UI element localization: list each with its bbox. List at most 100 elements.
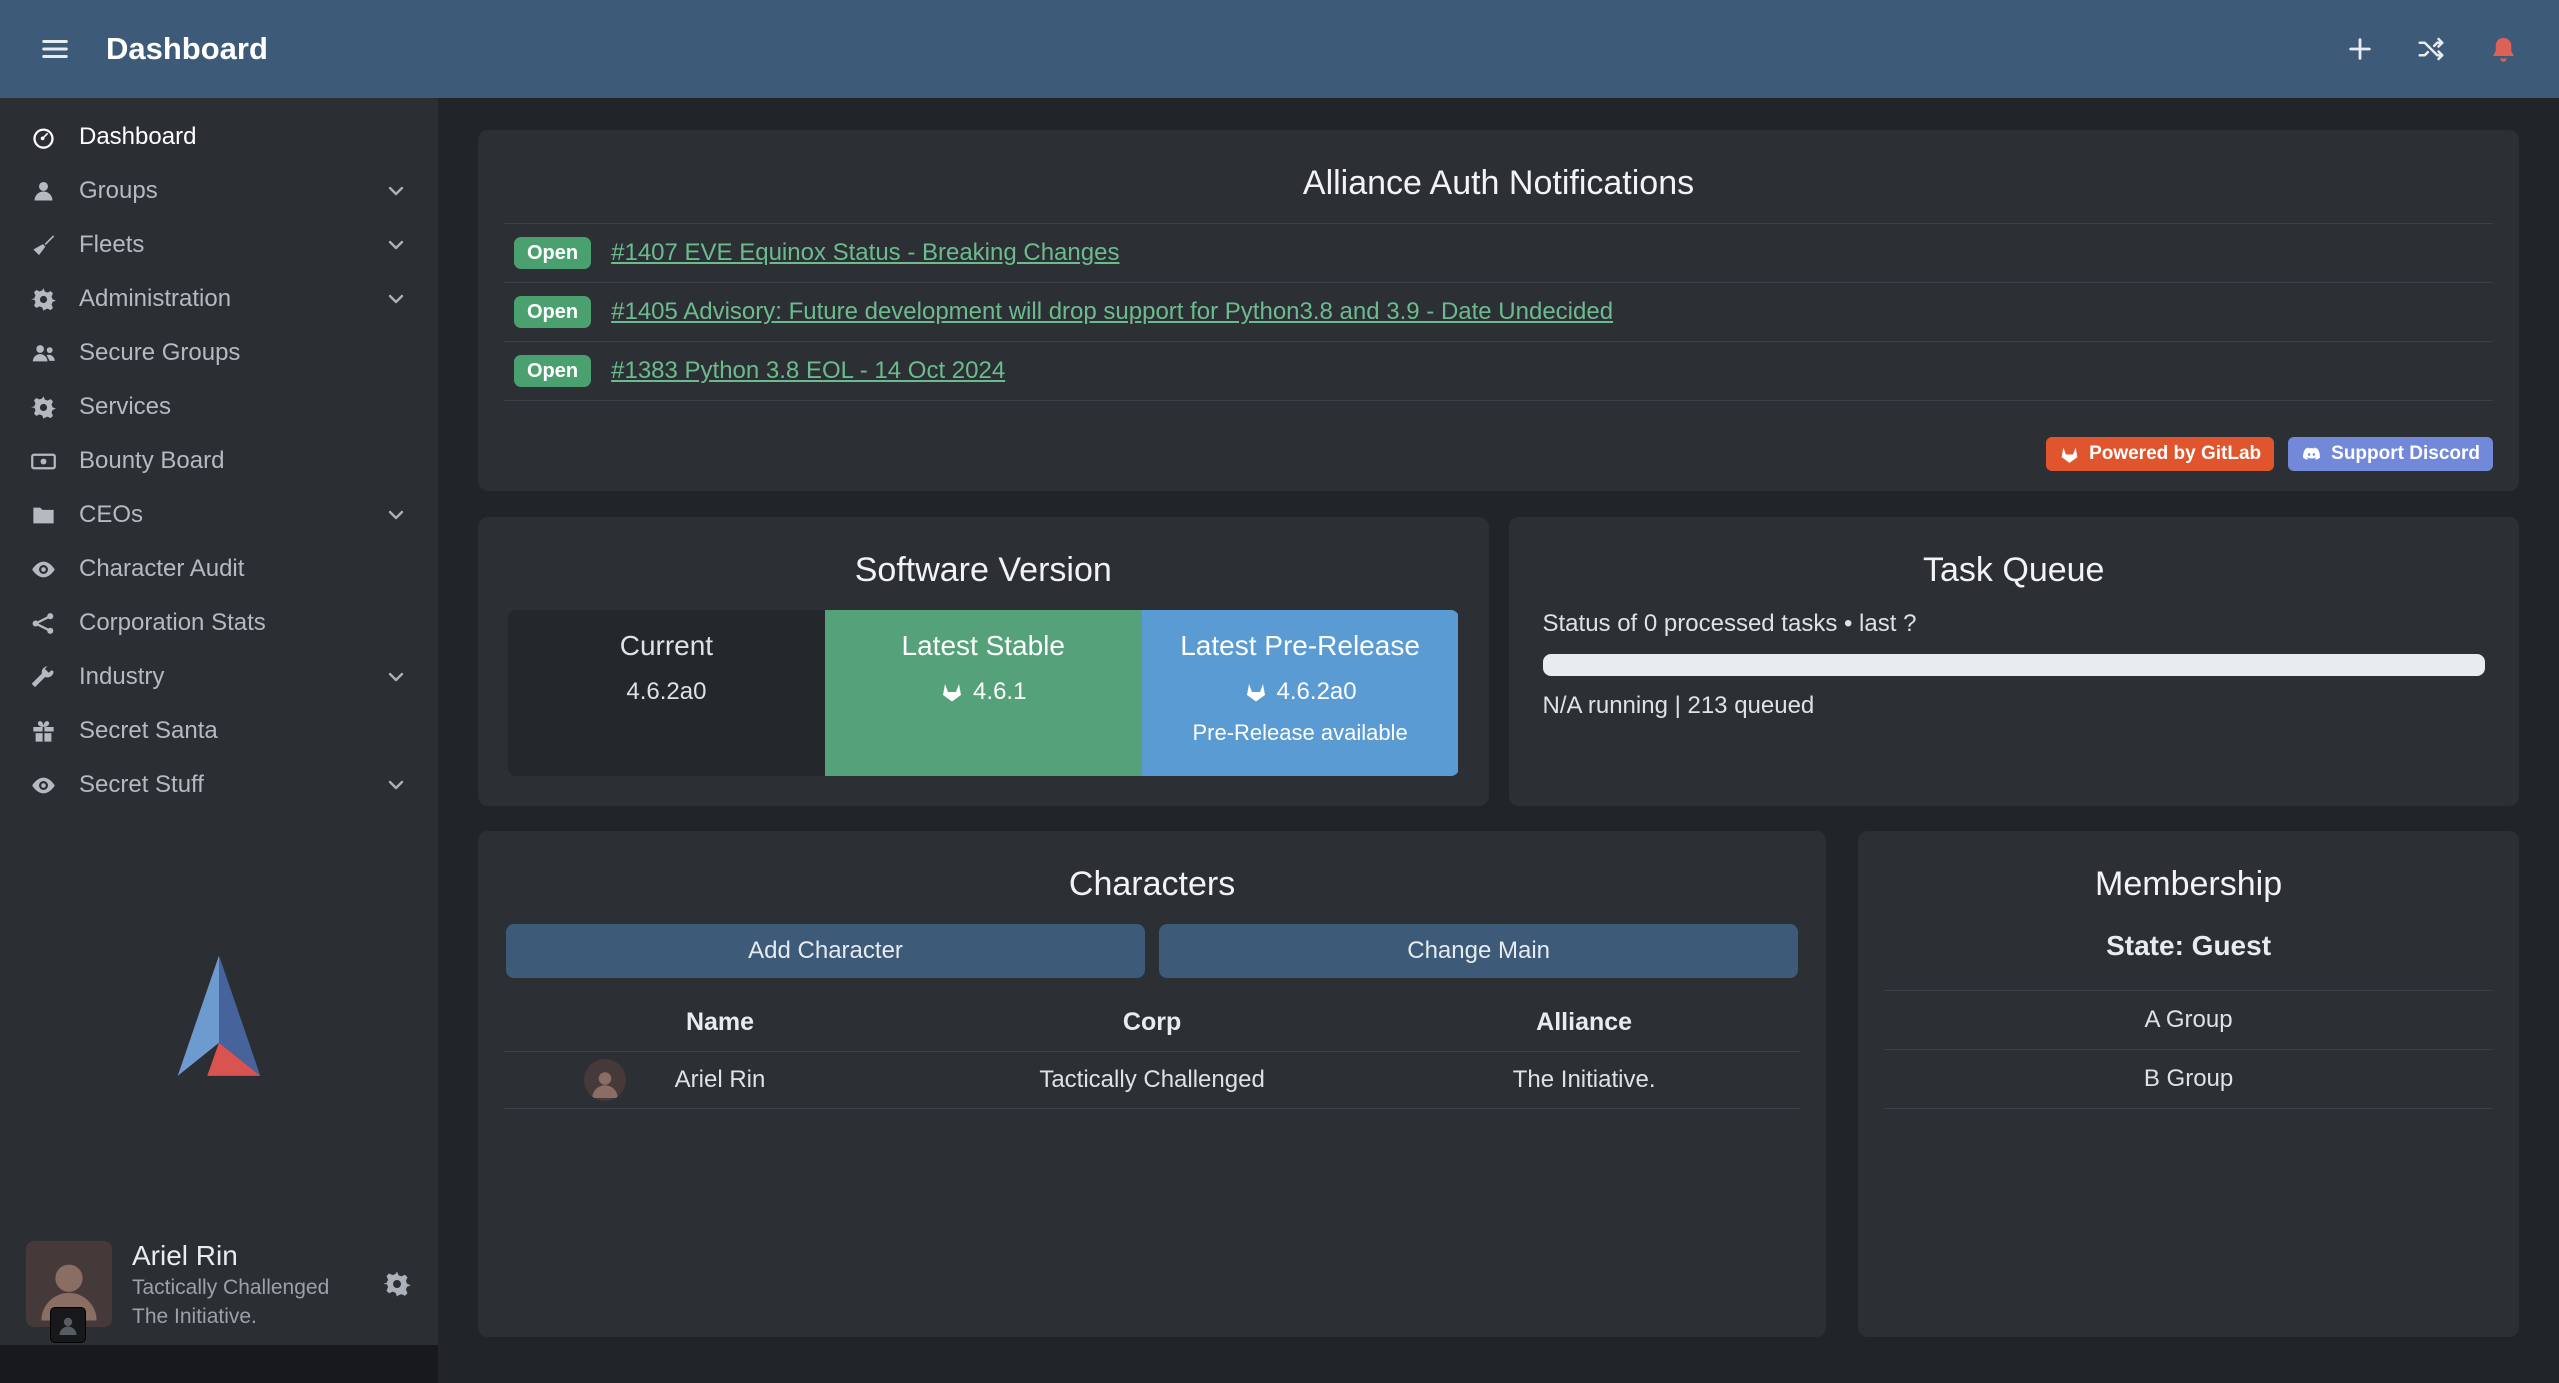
sidebar-nav: Dashboard Groups Fleets Administration — [0, 98, 438, 812]
character-row: Ariel Rin Tactically Challenged The Init… — [504, 1052, 1800, 1109]
task-queue-panel: Task Queue Status of 0 processed tasks •… — [1509, 517, 2520, 806]
sidebar-item-industry[interactable]: Industry — [0, 650, 438, 704]
chevron-down-icon — [384, 665, 408, 689]
page-title: Dashboard — [106, 31, 268, 67]
navbar-actions — [2346, 34, 2519, 65]
task-queue-body: Status of 0 processed tasks • last ? N/A… — [1535, 610, 2494, 720]
sidebar-item-ceos[interactable]: CEOs — [0, 488, 438, 542]
broom-icon — [30, 232, 57, 259]
sidebar-item-services[interactable]: Services — [0, 380, 438, 434]
version-card-label: Current — [518, 630, 815, 662]
sidebar-item-secure-groups[interactable]: Secure Groups — [0, 326, 438, 380]
notification-link[interactable]: #1405 Advisory: Future development will … — [611, 298, 1613, 326]
status-badge: Open — [514, 355, 591, 387]
chevron-down-icon — [384, 287, 408, 311]
membership-panel: Membership State: Guest A Group B Group — [1858, 831, 2519, 1337]
add-character-button[interactable]: Add Character — [506, 924, 1145, 978]
menu-toggle-button[interactable] — [40, 34, 70, 64]
money-bill-icon — [30, 448, 57, 475]
sidebar-item-administration[interactable]: Administration — [0, 272, 438, 326]
user-alliance: The Initiative. — [132, 1304, 329, 1330]
sidebar-item-secret-santa[interactable]: Secret Santa — [0, 704, 438, 758]
sidebar-item-label: Dashboard — [79, 123, 196, 151]
character-avatar — [584, 1059, 626, 1101]
task-queue-counts: N/A running | 213 queued — [1543, 692, 2486, 720]
users-icon — [30, 340, 57, 367]
user-settings-button[interactable] — [382, 1269, 412, 1299]
chevron-down-icon — [384, 503, 408, 527]
column-header-corp: Corp — [936, 994, 1368, 1052]
sidebar-item-bounty-board[interactable]: Bounty Board — [0, 434, 438, 488]
corp-logo — [50, 1307, 86, 1343]
version-cards: Current 4.6.2a0 Latest Stable 4.6.1 — [508, 610, 1459, 776]
sidebar-item-groups[interactable]: Groups — [0, 164, 438, 218]
stable-version: 4.6.1 — [973, 678, 1026, 706]
gears-icon — [30, 286, 57, 313]
sidebar-item-label: CEOs — [79, 501, 143, 529]
character-corp: Tactically Challenged — [936, 1052, 1368, 1109]
person-icon — [56, 1313, 80, 1337]
user-panel: Ariel Rin Tactically Challenged The Init… — [0, 1223, 438, 1345]
bottom-row: Characters Add Character Change Main Nam… — [478, 831, 2519, 1337]
version-card-prerelease: Latest Pre-Release 4.6.2a0 Pre-Release a… — [1142, 610, 1459, 776]
notification-row: Open #1407 EVE Equinox Status - Breaking… — [504, 223, 2493, 282]
notification-link[interactable]: #1407 EVE Equinox Status - Breaking Chan… — [611, 239, 1119, 267]
bell-icon — [2488, 34, 2519, 65]
sidebar-item-label: Groups — [79, 177, 158, 205]
notifications-list: Open #1407 EVE Equinox Status - Breaking… — [504, 223, 2493, 401]
characters-table: Name Corp Alliance — [504, 994, 1800, 1109]
discord-badge-label: Support Discord — [2331, 443, 2480, 465]
gears-icon — [30, 394, 57, 421]
gitlab-icon — [940, 680, 964, 704]
sidebar-item-corporation-stats[interactable]: Corporation Stats — [0, 596, 438, 650]
sidebar-item-secret-stuff[interactable]: Secret Stuff — [0, 758, 438, 812]
change-main-button[interactable]: Change Main — [1159, 924, 1798, 978]
add-button[interactable] — [2346, 35, 2374, 63]
membership-group: B Group — [1884, 1050, 2493, 1109]
notifications-title: Alliance Auth Notifications — [504, 164, 2493, 203]
notification-row: Open #1405 Advisory: Future development … — [504, 282, 2493, 341]
top-navbar: Dashboard — [0, 0, 2559, 98]
software-version-title: Software Version — [504, 551, 1463, 590]
software-version-panel: Software Version Current 4.6.2a0 Latest … — [478, 517, 1489, 806]
status-badge: Open — [514, 296, 591, 328]
prerelease-note: Pre-Release available — [1152, 720, 1449, 746]
sidebar-item-fleets[interactable]: Fleets — [0, 218, 438, 272]
sidebar-item-dashboard[interactable]: Dashboard — [0, 110, 438, 164]
user-avatar-wrap — [26, 1241, 112, 1327]
status-badge: Open — [514, 237, 591, 269]
notifications-button[interactable] — [2488, 34, 2519, 65]
app-root: Dashboard Dashboard Groups — [0, 0, 2559, 1345]
version-card-label: Latest Stable — [835, 630, 1132, 662]
character-buttons: Add Character Change Main — [506, 924, 1798, 978]
wrench-icon — [30, 664, 57, 691]
sidebar-item-label: Fleets — [79, 231, 144, 259]
plus-icon — [2346, 35, 2374, 63]
current-version: 4.6.2a0 — [626, 678, 706, 706]
sidebar-item-label: Secure Groups — [79, 339, 240, 367]
version-card-current: Current 4.6.2a0 — [508, 610, 825, 776]
characters-table-header-row: Name Corp Alliance — [504, 994, 1800, 1052]
sidebar-item-label: Character Audit — [79, 555, 244, 583]
user-corp: Tactically Challenged — [132, 1275, 329, 1301]
sidebar-item-label: Secret Stuff — [79, 771, 204, 799]
gitlab-badge-label: Powered by GitLab — [2089, 443, 2261, 465]
notification-link[interactable]: #1383 Python 3.8 EOL - 14 Oct 2024 — [611, 357, 1005, 385]
discord-badge[interactable]: Support Discord — [2288, 437, 2493, 471]
column-header-name: Name — [504, 994, 936, 1052]
task-queue-status: Status of 0 processed tasks • last ? — [1543, 610, 2486, 638]
character-name: Ariel Rin — [675, 1066, 766, 1093]
characters-panel: Characters Add Character Change Main Nam… — [478, 831, 1826, 1337]
middle-row: Software Version Current 4.6.2a0 Latest … — [478, 517, 2519, 806]
sidebar: Dashboard Groups Fleets Administration — [0, 98, 438, 1345]
shuffle-icon — [2416, 34, 2446, 64]
chevron-down-icon — [384, 233, 408, 257]
discord-icon — [2301, 444, 2322, 465]
sidebar-item-character-audit[interactable]: Character Audit — [0, 542, 438, 596]
gitlab-icon — [1244, 680, 1268, 704]
random-character-button[interactable] — [2416, 34, 2446, 64]
gitlab-badge[interactable]: Powered by GitLab — [2046, 437, 2274, 471]
character-name-cell: Ariel Rin — [504, 1052, 936, 1109]
prerelease-version: 4.6.2a0 — [1277, 678, 1357, 706]
version-card-label: Latest Pre-Release — [1152, 630, 1449, 662]
